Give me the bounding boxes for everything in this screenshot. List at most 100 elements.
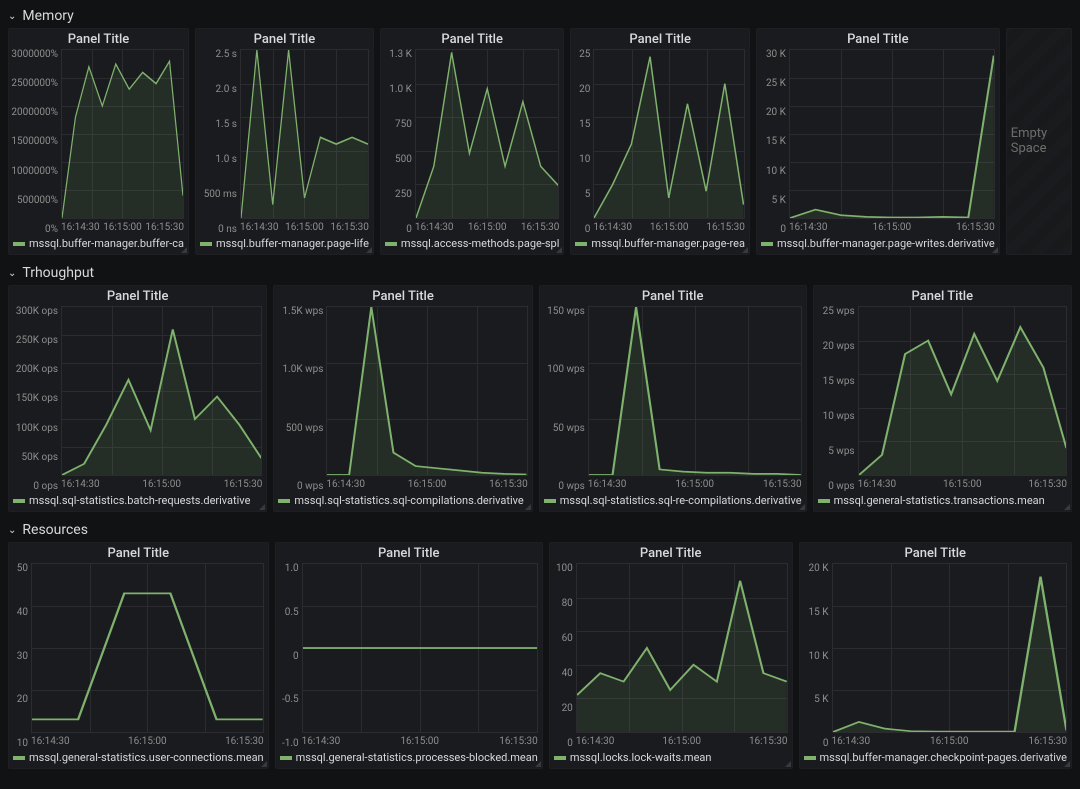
chart-panel[interactable]: Panel Title20 K15 K10 K5 K016:14:3016:15… [799, 542, 1072, 769]
plot-area[interactable] [61, 49, 184, 219]
panel-title[interactable]: Panel Title [804, 546, 1067, 561]
plot-area[interactable] [593, 49, 745, 219]
y-tick: 1.0 K [389, 84, 412, 95]
panel-title[interactable]: Panel Title [13, 546, 264, 561]
resize-handle-icon[interactable] [181, 247, 187, 253]
legend[interactable]: mssql.sql-statistics.sql-re-compilations… [544, 492, 802, 507]
legend-swatch [385, 242, 397, 246]
plot-area[interactable] [832, 563, 1067, 733]
x-tick: 16:14:30 [240, 222, 279, 233]
chart-panel[interactable]: Panel Title1.3 K1.0 K750500250016:14:301… [380, 28, 565, 255]
chart-panel[interactable]: Panel Title504030201016:14:3016:15:0016:… [8, 542, 269, 769]
y-tick: 10 wps [823, 411, 855, 422]
resize-handle-icon[interactable] [535, 761, 541, 767]
x-axis: 16:14:3016:15:0016:15:30 [326, 476, 527, 492]
panel-title[interactable]: Panel Title [544, 289, 802, 304]
x-tick: 16:14:30 [415, 222, 454, 233]
y-tick: 0 ns [218, 224, 237, 235]
legend-label: mssql.sql-statistics.sql-compilations.de… [294, 494, 523, 507]
panel-title[interactable]: Panel Title [200, 32, 369, 47]
panel-title[interactable]: Panel Title [13, 32, 184, 47]
resize-handle-icon[interactable] [785, 761, 791, 767]
x-tick: 16:15:30 [763, 479, 802, 490]
y-tick: 0 [823, 738, 829, 749]
chart-panel[interactable]: Panel Title 3000000%2500000%2000000%15000… [8, 28, 189, 255]
legend[interactable]: mssql.buffer-manager.buffer-ca [13, 235, 184, 250]
chart-panel[interactable]: Panel Title252015105016:14:3016:15:0016:… [570, 28, 750, 255]
y-tick: 25 K [766, 78, 786, 89]
plot-area[interactable] [576, 563, 788, 733]
plot-area[interactable] [240, 49, 369, 219]
resize-handle-icon[interactable] [366, 247, 372, 253]
x-tick: 16:15:30 [499, 736, 538, 747]
plot-area[interactable] [588, 306, 802, 476]
x-tick: 16:15:30 [749, 736, 788, 747]
legend[interactable]: mssql.sql-statistics.batch-requests.deri… [13, 492, 262, 507]
section-header-throughput[interactable]: ⌄Trhoughput [8, 261, 1072, 285]
x-axis: 16:14:3016:15:0016:15:30 [593, 219, 745, 235]
resize-handle-icon[interactable] [1064, 504, 1070, 510]
resize-handle-icon[interactable] [742, 247, 748, 253]
section-header-memory[interactable]: ⌄Memory [8, 4, 1072, 28]
panel-title[interactable]: Panel Title [13, 289, 262, 304]
chart-panel[interactable]: Panel Title1.5K wps1.0K wps500 wps0 wps1… [273, 285, 532, 512]
y-tick: 40 [562, 668, 573, 679]
legend[interactable]: mssql.buffer-manager.page-rea [575, 235, 745, 250]
plot-area[interactable] [61, 306, 262, 476]
panel-title[interactable]: Panel Title [278, 289, 527, 304]
y-tick: 150 wps [547, 306, 585, 317]
chart-panel[interactable]: Panel Title2.5 s2.0 s1.5 s1.0 s500 ms0 n… [195, 28, 374, 255]
y-axis: 1.00.50-0.5-1.0 [280, 563, 302, 749]
legend[interactable]: mssql.buffer-manager.checkpoint-pages.de… [804, 749, 1067, 764]
plot-area[interactable] [858, 306, 1067, 476]
plot-area[interactable] [415, 49, 560, 219]
empty-panel[interactable]: Empty Space [1006, 28, 1072, 255]
legend[interactable]: mssql.buffer-manager.page-writes.derivat… [761, 235, 995, 250]
panel-title[interactable]: Panel Title [575, 32, 745, 47]
x-axis: 16:14:3016:15:0016:15:30 [31, 733, 264, 749]
chart-panel[interactable]: Panel Title10080604020016:14:3016:15:001… [549, 542, 793, 769]
x-tick: 16:15:00 [930, 736, 969, 747]
y-tick: 1.5K wps [282, 306, 323, 317]
resize-handle-icon[interactable] [525, 504, 531, 510]
y-tick: 1000000% [11, 166, 58, 177]
legend[interactable]: mssql.locks.lock-waits.mean [554, 749, 788, 764]
panel-title[interactable]: Panel Title [385, 32, 560, 47]
resize-handle-icon[interactable] [259, 504, 265, 510]
plot-area[interactable] [789, 49, 995, 219]
plot-area[interactable] [326, 306, 527, 476]
chart-panel[interactable]: Panel Title30 K25 K20 K15 K10 K5 K016:14… [756, 28, 1000, 255]
section-header-resources[interactable]: ⌄Resources [8, 518, 1072, 542]
y-tick: 300K ops [16, 306, 58, 317]
x-tick: 16:14:30 [588, 479, 627, 490]
panel-title[interactable]: Panel Title [761, 32, 995, 47]
resize-handle-icon[interactable] [992, 247, 998, 253]
resize-handle-icon[interactable] [261, 761, 267, 767]
legend[interactable]: mssql.buffer-manager.page-life [200, 235, 369, 250]
legend-label: mssql.locks.lock-waits.mean [570, 751, 712, 764]
legend[interactable]: mssql.access-methods.page-spl [385, 235, 560, 250]
resize-handle-icon[interactable] [799, 504, 805, 510]
x-axis: 16:14:3016:15:0016:15:30 [858, 476, 1067, 492]
resize-handle-icon[interactable] [1064, 761, 1070, 767]
panel-title[interactable]: Panel Title [818, 289, 1067, 304]
chart-panel[interactable]: Panel Title 1.00.50-0.5-1.016:14:30 16:15:… [275, 542, 543, 769]
legend[interactable]: mssql.general-statistics.processes-block… [280, 749, 538, 764]
legend-label: mssql.buffer-manager.page-rea [591, 237, 745, 250]
plot-area[interactable] [302, 563, 538, 733]
legend[interactable]: mssql.general-statistics.transactions.me… [818, 492, 1067, 507]
panel-title[interactable]: Panel Title [280, 546, 538, 561]
section-title: Resources [22, 522, 88, 538]
chart-panel[interactable]: Panel Title25 wps20 wps15 wps10 wps5 wps… [813, 285, 1072, 512]
panel-title[interactable]: Panel Title [554, 546, 788, 561]
legend[interactable]: mssql.general-statistics.user-connection… [13, 749, 264, 764]
x-tick: 16:14:30 [302, 736, 341, 747]
chart-panel[interactable]: Panel Title300K ops250K ops200K ops150K … [8, 285, 267, 512]
chart-area: 3000000%2500000%2000000%1500000%1000000%… [13, 49, 184, 235]
section-title: Trhoughput [22, 265, 94, 281]
plot-area[interactable] [31, 563, 264, 733]
x-tick: 16:14:30 [61, 222, 100, 233]
legend[interactable]: mssql.sql-statistics.sql-compilations.de… [278, 492, 527, 507]
resize-handle-icon[interactable] [556, 247, 562, 253]
chart-panel[interactable]: Panel Title150 wps100 wps50 wps0 wps16:1… [539, 285, 807, 512]
